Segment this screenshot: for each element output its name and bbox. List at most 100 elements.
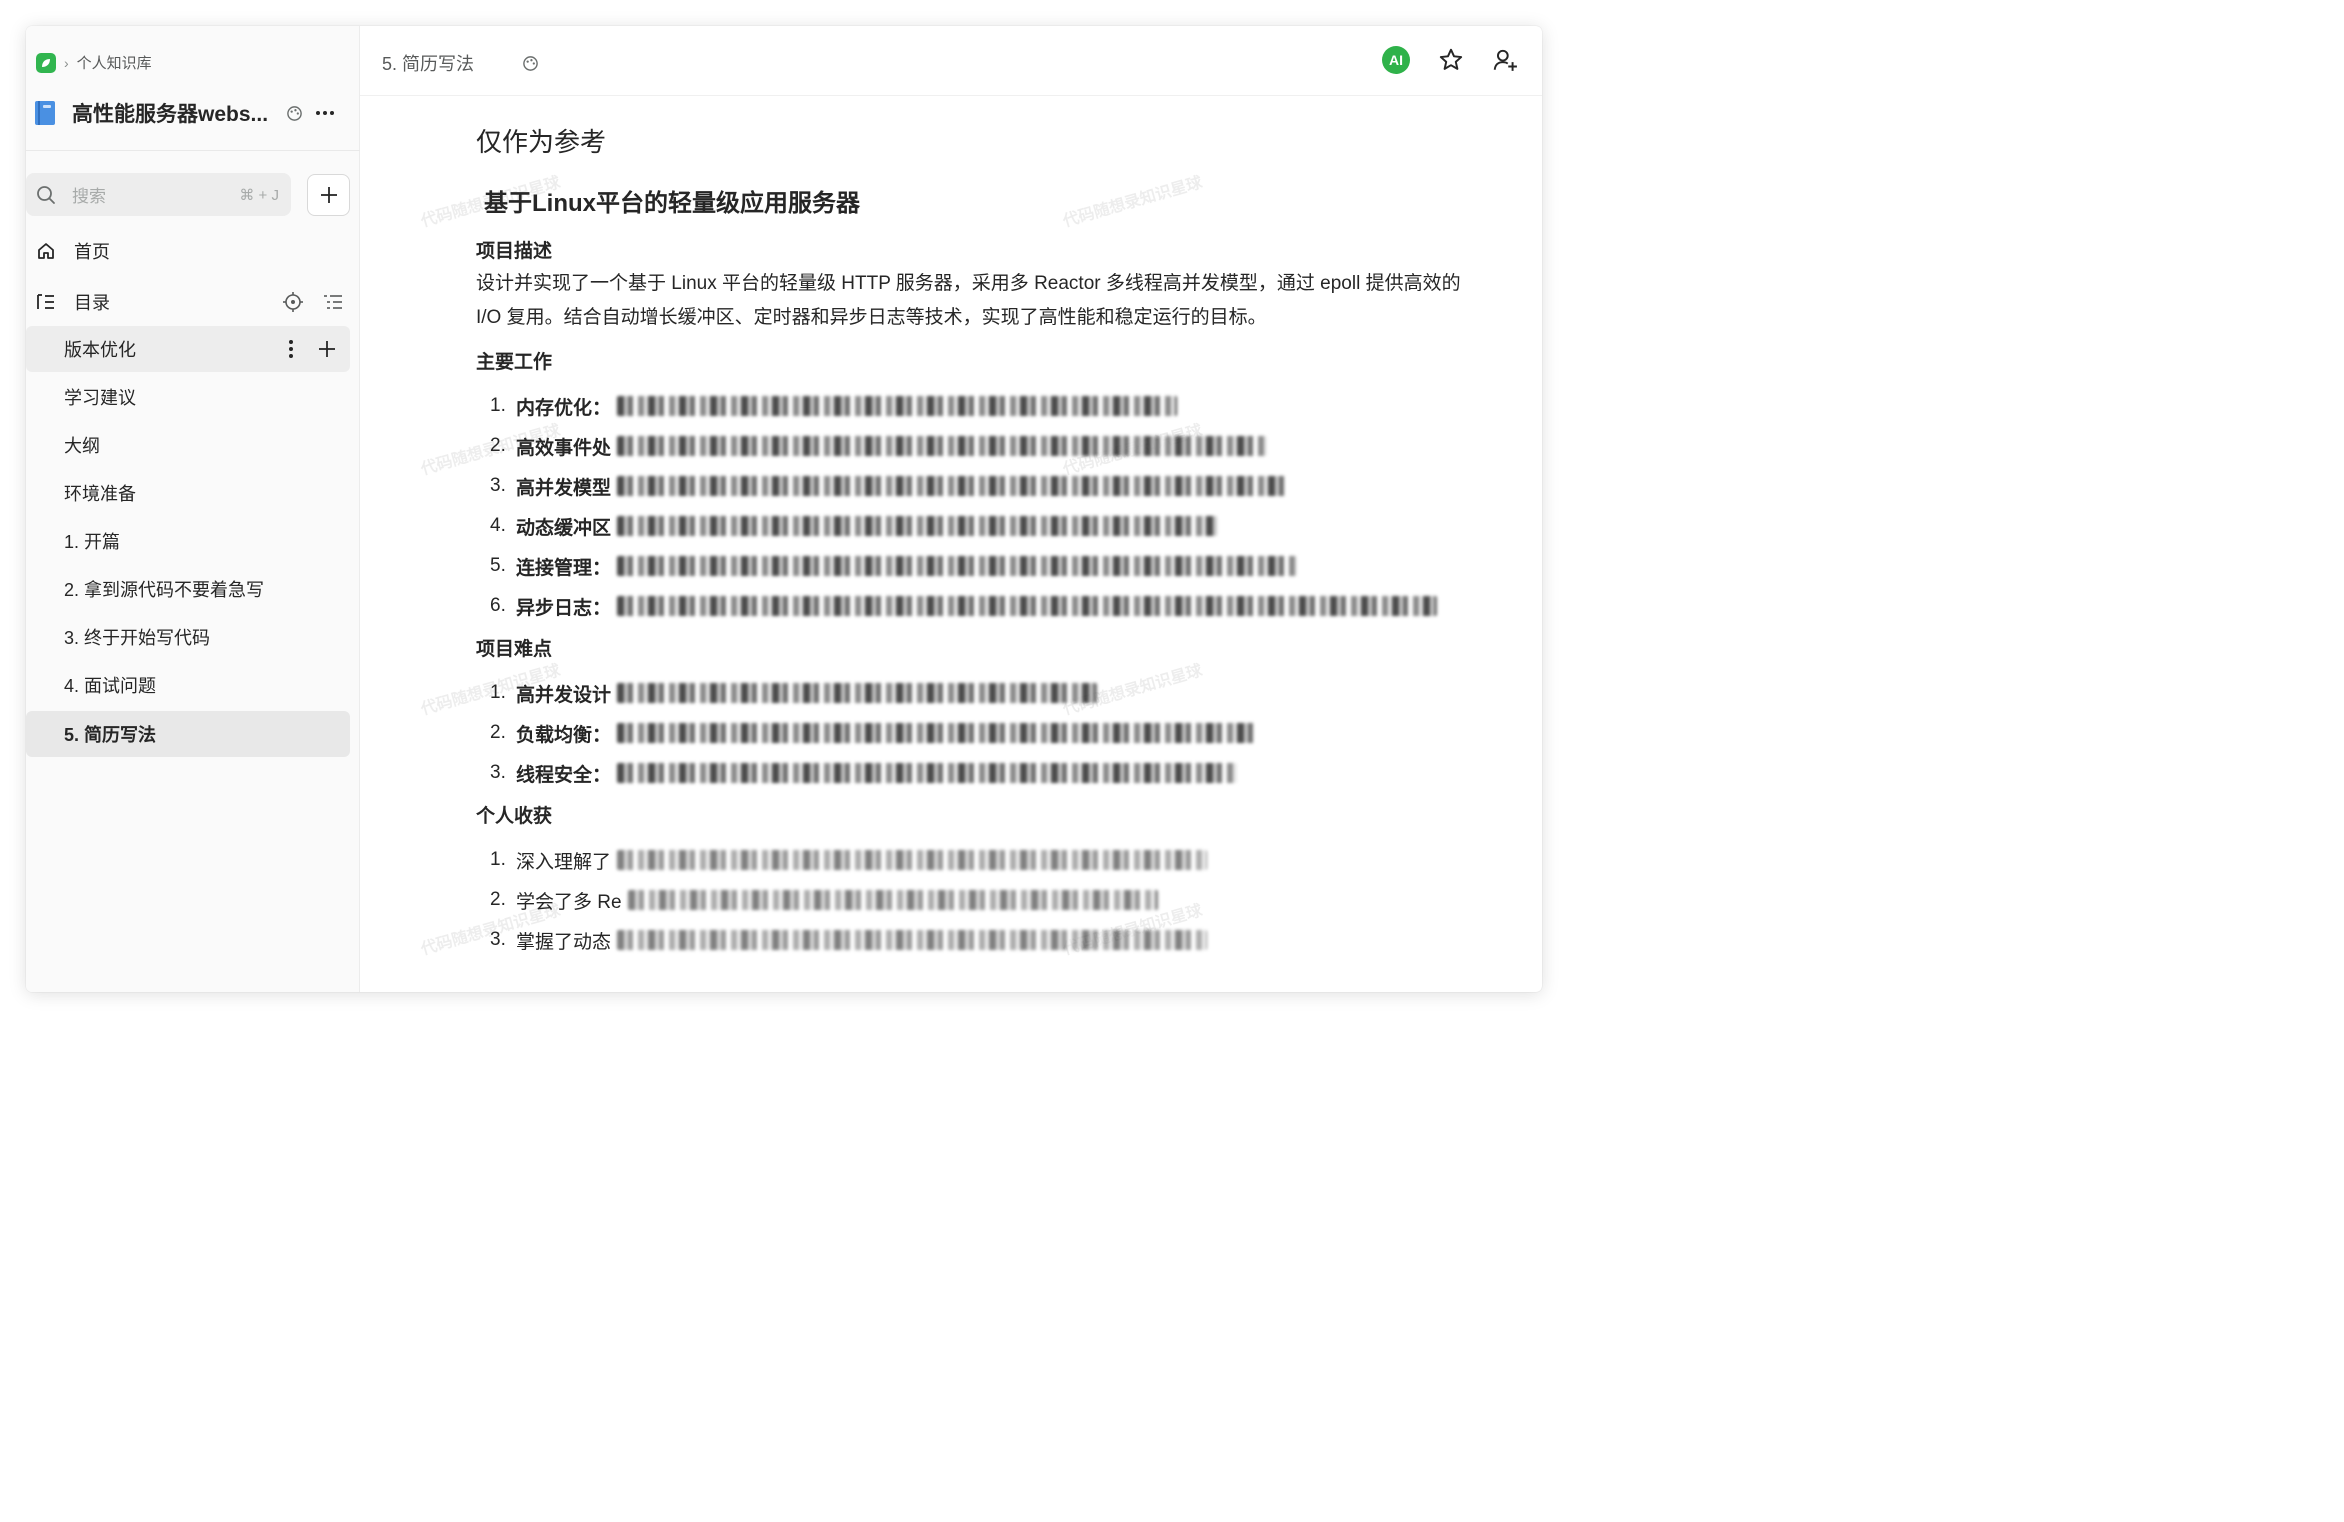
blurred-text	[617, 850, 1208, 870]
toc-item-label: 环境准备	[64, 484, 136, 504]
list-item-title: 负载均衡：	[516, 724, 612, 746]
toc-item[interactable]: 大纲	[26, 422, 350, 468]
toc-item-label: 学习建议	[64, 388, 136, 408]
breadcrumb: › 个人知识库	[36, 52, 152, 73]
list-item: 2. 高效事件处	[476, 426, 1486, 466]
toc-item-active[interactable]: 5. 简历写法	[26, 711, 350, 757]
list-item-title: 高效事件处	[516, 437, 612, 459]
sidebar-item-label: 首页	[74, 242, 110, 262]
list-item-title: 动态缓冲区	[516, 517, 612, 539]
search-input[interactable]: 搜索 ⌘ + J	[26, 173, 291, 216]
document-body[interactable]: 仅作为参考 基于Linux平台的轻量级应用服务器 项目描述 设计并实现了一个基于…	[476, 122, 1486, 960]
list-item-title: 内存优化：	[516, 397, 612, 419]
blurred-text	[617, 723, 1258, 743]
list-item: 4. 动态缓冲区	[476, 506, 1486, 546]
section-heading: 项目难点	[476, 639, 553, 660]
breadcrumb-kb-link[interactable]: 个人知识库	[77, 52, 152, 73]
plus-icon[interactable]	[318, 340, 336, 358]
toc-item-label: 2. 拿到源代码不要着急写	[64, 580, 265, 600]
plus-icon	[320, 187, 337, 203]
toc-item[interactable]: 版本优化	[26, 326, 350, 372]
add-new-button[interactable]	[307, 174, 350, 216]
sidebar: › 个人知识库 高性能服务器webs... 搜索 ⌘ + J 首页 目录 版本优…	[26, 26, 360, 992]
knowledge-base-title[interactable]: 高性能服务器webs...	[72, 98, 278, 128]
document-heading: 基于Linux平台的轻量级应用服务器	[484, 190, 860, 217]
palette-icon[interactable]	[286, 105, 303, 122]
blurred-text	[617, 556, 1298, 576]
toc-item-label: 4. 面试问题	[64, 676, 157, 696]
list-item-title: 连接管理：	[516, 557, 612, 579]
list-item: 3. 掌握了动态	[476, 920, 1486, 960]
toc-item[interactable]: 3. 终于开始写代码	[26, 614, 350, 660]
more-vertical-icon[interactable]	[288, 339, 294, 359]
add-collaborator-icon[interactable]	[1492, 47, 1518, 73]
header-actions: AI	[1382, 46, 1518, 74]
blurred-text	[617, 763, 1238, 783]
chevron-right-icon: ›	[64, 54, 69, 71]
list-item-title: 掌握了动态	[516, 931, 612, 953]
blurred-text	[617, 516, 1218, 536]
app-window: › 个人知识库 高性能服务器webs... 搜索 ⌘ + J 首页 目录 版本优…	[26, 26, 1542, 992]
difficulty-list: 1. 高并发设计 2. 负载均衡： 3. 线程安全：	[476, 673, 1486, 793]
list-item: 3. 线程安全：	[476, 753, 1486, 793]
blurred-text	[617, 683, 1098, 703]
blurred-text	[617, 436, 1268, 456]
section-heading: 项目描述	[476, 241, 553, 262]
sidebar-item-toc[interactable]: 目录	[26, 280, 350, 324]
blurred-text	[617, 476, 1288, 496]
home-icon	[38, 243, 54, 259]
toc-item-label: 3. 终于开始写代码	[64, 628, 211, 648]
section-heading: 个人收获	[476, 806, 553, 827]
toc-item[interactable]: 1. 开篇	[26, 518, 350, 564]
list-item: 6. 异步日志：	[476, 586, 1486, 626]
list-item: 2. 负载均衡：	[476, 713, 1486, 753]
list-item-title: 深入理解了	[516, 851, 612, 873]
toc-item[interactable]: 学习建议	[26, 374, 350, 420]
blurred-text	[617, 596, 1438, 616]
locate-icon[interactable]	[282, 291, 304, 313]
toc-item-label: 1. 开篇	[64, 532, 121, 552]
sidebar-item-home[interactable]: 首页	[26, 229, 350, 273]
book-icon	[35, 101, 55, 125]
list-item-title: 学会了多 Re	[516, 891, 622, 913]
star-icon[interactable]	[1438, 47, 1464, 73]
section-heading: 主要工作	[476, 352, 553, 373]
document-header: 5. 简历写法 AI	[360, 26, 1542, 96]
sidebar-item-label: 目录	[74, 293, 110, 313]
outline-list-icon[interactable]	[322, 293, 344, 311]
toc-item[interactable]: 环境准备	[26, 470, 350, 516]
list-item: 5. 连接管理：	[476, 546, 1486, 586]
blurred-text	[627, 890, 1158, 910]
toc-item-label: 5. 简历写法	[64, 725, 157, 745]
list-item: 1. 深入理解了	[476, 840, 1486, 880]
toc-item-label: 版本优化	[64, 340, 136, 360]
list-item-title: 高并发设计	[516, 684, 612, 706]
toc-item[interactable]: 2. 拿到源代码不要着急写	[26, 566, 350, 612]
description-paragraph: 设计并实现了一个基于 Linux 平台的轻量级 HTTP 服务器，采用多 Rea…	[476, 273, 1461, 328]
list-item: 1. 内存优化：	[476, 386, 1486, 426]
list-item: 2. 学会了多 Re	[476, 880, 1486, 920]
list-item-title: 异步日志：	[516, 597, 612, 619]
palette-icon[interactable]	[522, 55, 539, 72]
search-icon	[37, 185, 55, 204]
ai-assistant-button[interactable]: AI	[1382, 46, 1410, 74]
list-item: 1. 高并发设计	[476, 673, 1486, 713]
document-area: 5. 简历写法 AI 代码随想录知识星球 代码随想录知识星球 代码随想录知识星球…	[360, 26, 1542, 992]
sidebar-divider	[26, 150, 360, 151]
document-title-crumb[interactable]: 5. 简历写法	[382, 50, 474, 76]
toc-item-label: 大纲	[64, 436, 100, 456]
more-horizontal-icon[interactable]	[315, 110, 335, 116]
search-placeholder: 搜索	[72, 187, 106, 206]
blurred-text	[617, 930, 1208, 950]
lead-text: 仅作为参考	[476, 127, 607, 157]
knowledge-base-header: 高性能服务器webs...	[34, 96, 344, 130]
app-logo-icon[interactable]	[36, 52, 56, 73]
list-item-title: 线程安全：	[516, 764, 612, 786]
document-breadcrumb: 5. 简历写法	[382, 50, 539, 76]
work-list: 1. 内存优化： 2. 高效事件处 3. 高并发模型 4. 动态缓冲区 5. 连接管理： …	[476, 386, 1486, 626]
toc-item[interactable]: 4. 面试问题	[26, 662, 350, 708]
gains-list: 1. 深入理解了 2. 学会了多 Re 3. 掌握了动态	[476, 840, 1486, 960]
list-item: 3. 高并发模型	[476, 466, 1486, 506]
list-item-title: 高并发模型	[516, 477, 612, 499]
search-shortcut: ⌘ + J	[239, 186, 279, 204]
